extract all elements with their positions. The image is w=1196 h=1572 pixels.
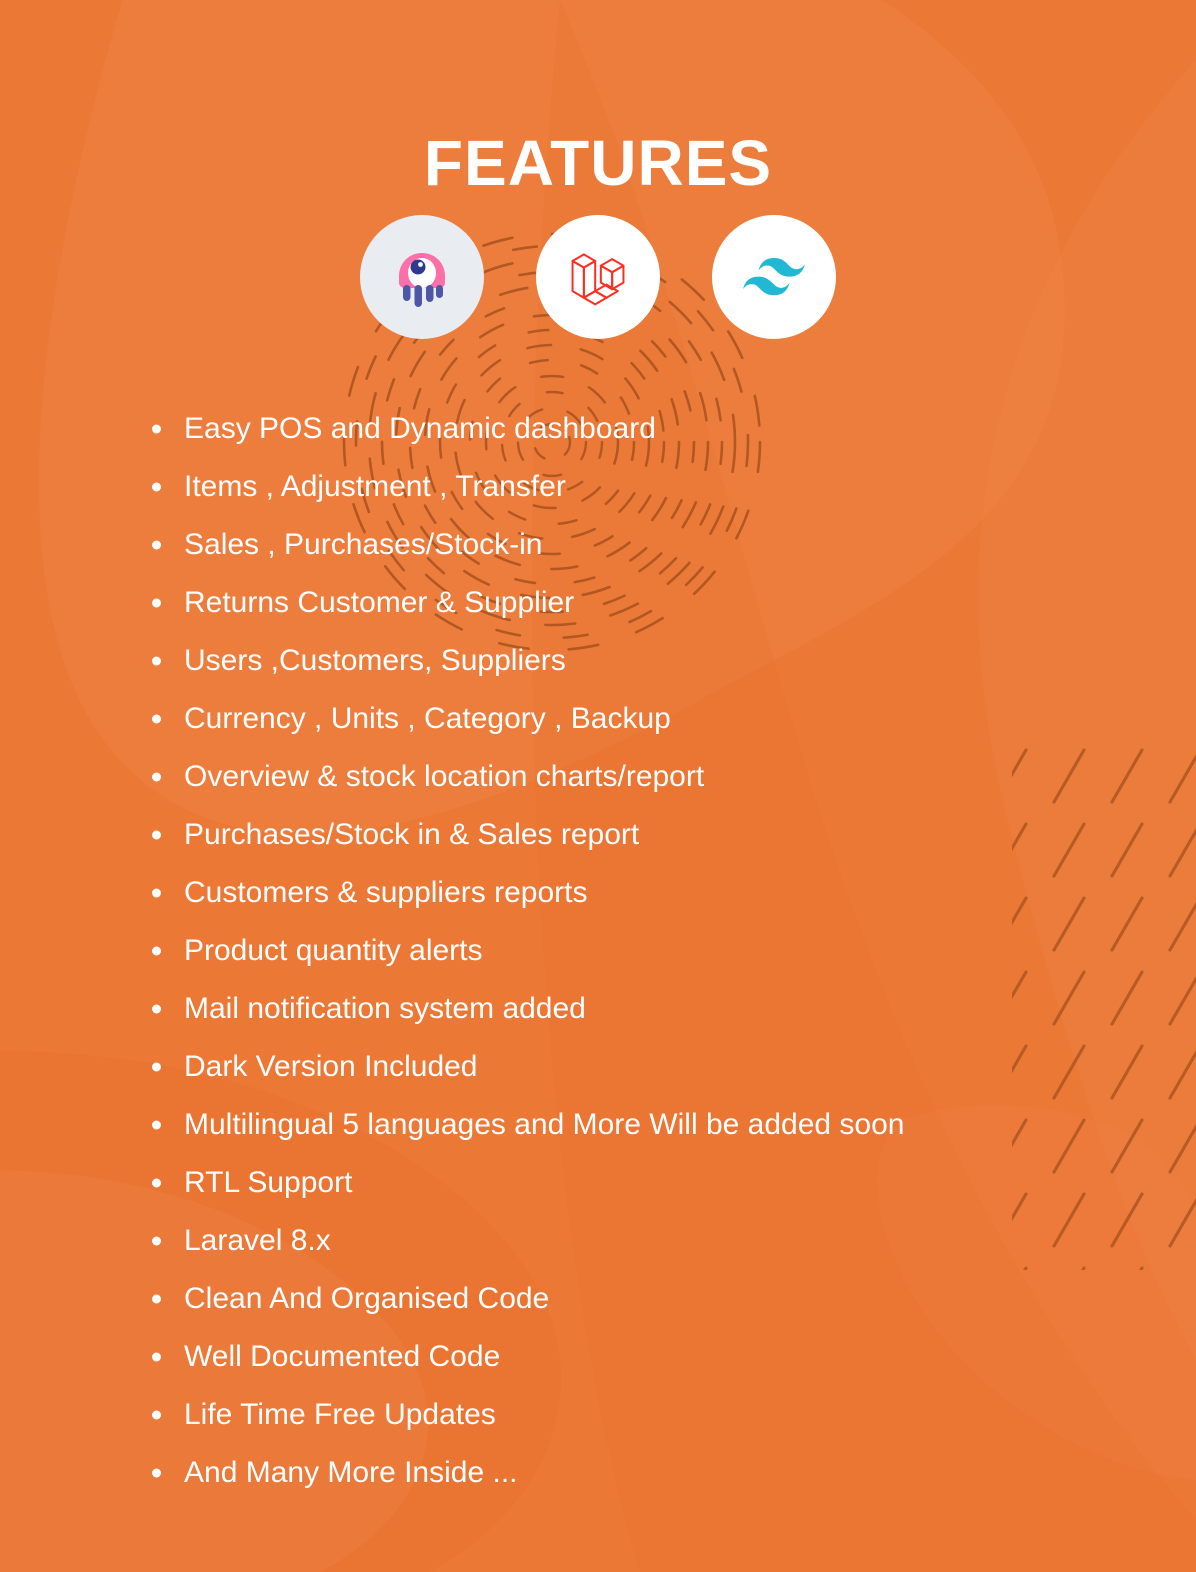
bullet-icon	[152, 772, 161, 782]
bullet-icon	[152, 1120, 161, 1130]
feature-label: Laravel 8.x	[184, 1224, 331, 1257]
feature-list-item: Product quantity alerts	[142, 922, 1142, 980]
feature-label: Purchases/Stock in & Sales report	[184, 818, 640, 851]
bullet-icon	[152, 598, 161, 608]
feature-list-item: Laravel 8.x	[142, 1212, 1142, 1270]
feature-list-item: Users ,Customers, Suppliers	[142, 632, 1142, 690]
feature-list-item: Well Documented Code	[142, 1328, 1142, 1386]
feature-list-item: Multilingual 5 languages and More Will b…	[142, 1096, 1142, 1154]
bullet-icon	[152, 1062, 161, 1072]
bullet-icon	[152, 1294, 161, 1304]
features-list: Easy POS and Dynamic dashboard Items , Ad…	[142, 400, 1142, 1502]
bullet-icon	[152, 1004, 161, 1014]
feature-list-item: Customers & suppliers reports	[142, 864, 1142, 922]
feature-label: Currency , Units , Category , Backup	[184, 702, 671, 735]
feature-label: Overview & stock location charts/report	[184, 760, 705, 793]
feature-list-item: Mail notification system added	[142, 980, 1142, 1038]
feature-list-item: And Many More Inside ...	[142, 1444, 1142, 1502]
bullet-icon	[152, 482, 161, 492]
feature-list-item: Easy POS and Dynamic dashboard	[142, 400, 1142, 458]
feature-label: Mail notification system added	[184, 992, 586, 1025]
laravel-icon	[565, 244, 631, 310]
laravel-logo-circle	[536, 215, 660, 339]
bullet-icon	[152, 1178, 161, 1188]
feature-list-item: Clean And Organised Code	[142, 1270, 1142, 1328]
feature-list-item: Life Time Free Updates	[142, 1386, 1142, 1444]
feature-list-item: Items , Adjustment , Transfer	[142, 458, 1142, 516]
feature-list-item: Sales , Purchases/Stock-in	[142, 516, 1142, 574]
feature-label: Life Time Free Updates	[184, 1398, 496, 1431]
feature-list-item: Purchases/Stock in & Sales report	[142, 806, 1142, 864]
features-poster: FEATURES Easy POS and Dynamic dashboard …	[0, 0, 1196, 1572]
bullet-icon	[152, 946, 161, 956]
feature-label: Product quantity alerts	[184, 934, 483, 967]
bullet-icon	[152, 1410, 161, 1420]
feature-label: Returns Customer & Supplier	[184, 586, 575, 619]
feature-label: Clean And Organised Code	[184, 1282, 550, 1315]
feature-list-item: Dark Version Included	[142, 1038, 1142, 1096]
feature-label: Dark Version Included	[184, 1050, 478, 1083]
bullet-icon	[152, 540, 161, 550]
feature-label: Multilingual 5 languages and More Will b…	[184, 1108, 905, 1141]
tailwind-icon	[743, 246, 805, 308]
bullet-icon	[152, 1468, 161, 1478]
page-title: FEATURES	[423, 126, 773, 199]
bullet-icon	[152, 888, 161, 898]
feature-list-item: Returns Customer & Supplier	[142, 574, 1142, 632]
feature-label: Items , Adjustment , Transfer	[184, 470, 566, 503]
feature-list-item: RTL Support	[142, 1154, 1142, 1212]
bullet-icon	[152, 424, 161, 434]
feature-label: RTL Support	[184, 1166, 353, 1199]
feature-list-item: Overview & stock location charts/report	[142, 748, 1142, 806]
feature-label: Well Documented Code	[184, 1340, 501, 1373]
feature-label: Sales , Purchases/Stock-in	[184, 528, 543, 561]
bullet-icon	[152, 656, 161, 666]
bullet-icon	[152, 830, 161, 840]
tech-logo-row	[0, 215, 1196, 339]
livewire-logo-circle	[360, 215, 484, 339]
bullet-icon	[152, 714, 161, 724]
livewire-icon	[390, 245, 454, 309]
tailwind-logo-circle	[712, 215, 836, 339]
feature-label: Users ,Customers, Suppliers	[184, 644, 566, 677]
feature-label: And Many More Inside ...	[184, 1456, 518, 1489]
bullet-icon	[152, 1236, 161, 1246]
feature-label: Easy POS and Dynamic dashboard	[184, 412, 656, 445]
feature-label: Customers & suppliers reports	[184, 876, 588, 909]
bullet-icon	[152, 1352, 161, 1362]
feature-list-item: Currency , Units , Category , Backup	[142, 690, 1142, 748]
